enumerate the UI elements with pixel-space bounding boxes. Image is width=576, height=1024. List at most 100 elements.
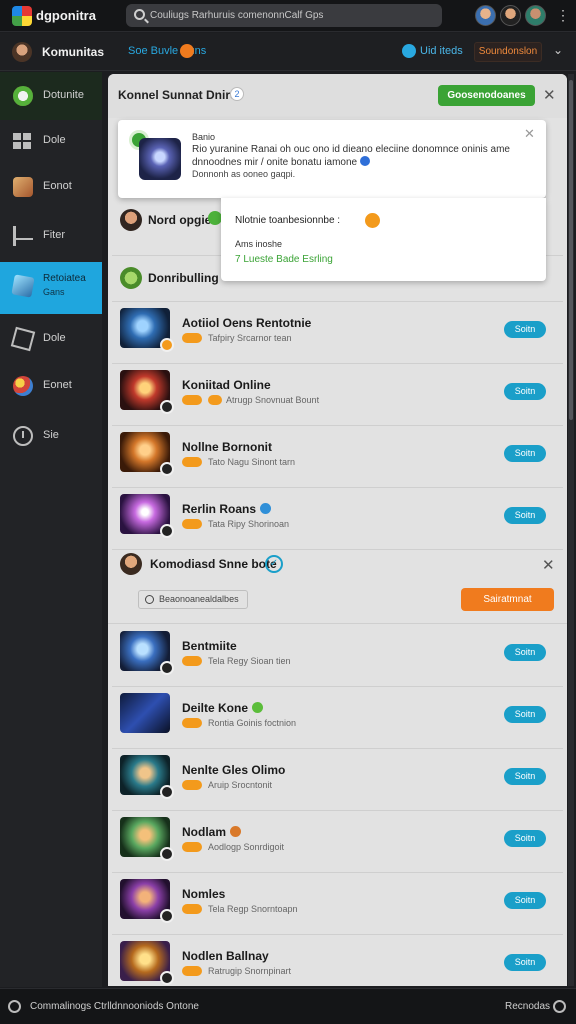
game-row[interactable]: Nenlte Gles Olimo Aruip Srocntonit Soitn [112, 749, 563, 811]
panel-header: Konnel Sunnat Dnire 2 Goosenodoanes ✕ [108, 74, 567, 118]
tooltip-subtext: Ams inoshe [235, 239, 283, 249]
badge-icon [160, 524, 174, 538]
chart-icon [13, 226, 33, 246]
avatar[interactable] [500, 5, 521, 26]
game-row[interactable]: Nodlam Aodlogp Sonrdigoit Soitn [112, 811, 563, 873]
rank-pill [182, 904, 202, 914]
close-icon[interactable]: ✕ [542, 558, 555, 573]
game-title: Nenlte Gles Olimo [182, 763, 286, 777]
search-icon [134, 9, 145, 20]
play-button[interactable]: Soitn [504, 706, 546, 723]
game-meta: Aruip Srocntonit [208, 780, 273, 790]
close-icon[interactable]: ✕ [543, 88, 556, 103]
play-button[interactable]: Soitn [504, 383, 546, 400]
sidebar-item-sublabel: Gans [43, 287, 65, 297]
sidebar-item-fiter[interactable]: Fiter [0, 212, 102, 260]
search-input[interactable] [150, 7, 434, 24]
badge-icon [160, 971, 174, 985]
play-button[interactable]: Soitn [504, 644, 546, 661]
check-icon: ✓ [265, 555, 283, 573]
sidebar-item-label: Dole [43, 332, 66, 344]
primary-green-button[interactable]: Goosenodoanes [438, 85, 535, 106]
game-title: Nodlam [182, 825, 242, 839]
game-row[interactable]: Nollne Bornonit Tato Nagu Sinont tarn So… [112, 426, 563, 488]
game-meta: Aodlogp Sonrdigoit [208, 842, 285, 852]
header-action-button[interactable]: Soundonslon [474, 42, 542, 62]
game-title: Nollne Bornonit [182, 440, 272, 454]
scrollbar-thumb[interactable] [569, 80, 573, 420]
sidebar-item-games[interactable]: Retoiatea Gans [0, 262, 102, 314]
coin-icon [365, 213, 380, 228]
badge-icon [160, 847, 174, 861]
filter-tag[interactable]: Beaonoanealdalbes [138, 590, 248, 609]
play-button[interactable]: Soitn [504, 954, 546, 971]
community-avatar[interactable] [12, 42, 32, 62]
badge-icon [160, 909, 174, 923]
notification-dot-icon [180, 44, 194, 58]
app-logo-icon[interactable] [12, 6, 32, 26]
sidebar-item-online[interactable]: Dotunite [0, 72, 102, 120]
settings-icon[interactable] [8, 1000, 21, 1013]
sidebar-item-label: Sie [43, 429, 59, 441]
sidebar-item-dole-2[interactable]: Dole [0, 315, 102, 363]
game-row[interactable]: Nodlen Ballnay Ratrugip Snornpinart Soit… [112, 935, 563, 986]
play-button[interactable]: Soitn [504, 321, 546, 338]
play-button[interactable]: Soitn [504, 830, 546, 847]
ball-icon [13, 376, 33, 396]
play-button[interactable]: Soitn [504, 445, 546, 462]
badge-icon [160, 661, 174, 675]
game-title-text: Nodlam [182, 825, 227, 839]
search-bar[interactable] [126, 4, 442, 27]
community-section: Komodiasd Snne bote ✓ ✕ Beaonoanealdalbe… [108, 544, 567, 624]
close-icon[interactable]: ✕ [524, 126, 535, 141]
section-avatar[interactable] [120, 553, 142, 575]
sidebar-item-dole[interactable]: Dole [0, 117, 102, 165]
game-row[interactable]: Aotiiol Oens Rentotnie Tafpiry Srcarnor … [112, 302, 563, 364]
game-title: Rerlin Roans [182, 502, 272, 516]
rank-pill [182, 842, 202, 852]
game-title-text: Rerlin Roans [182, 502, 257, 516]
bottom-right-link[interactable]: Recnodas [505, 1001, 550, 1012]
game-row[interactable]: Bentmiite Tela Regy Sioan tien Soitn [112, 625, 563, 687]
play-button[interactable]: Soitn [504, 507, 546, 524]
sidebar-item-eonet[interactable]: Eonet [0, 362, 102, 410]
game-row[interactable]: Rerlin Roans Tata Ripy Shorinoan Soitn [112, 488, 563, 550]
sidebar: Dotunite Dole Eonot Fiter Retoiatea Gans… [0, 72, 102, 987]
sidebar-item-eonot[interactable]: Eonot [0, 163, 102, 211]
notification-popup[interactable]: Banio Rio yuranine Ranai oh ouc ono id d… [118, 120, 546, 198]
bottom-bar: Commalinogs Ctrlldnnooniods Ontone Recno… [0, 988, 576, 1024]
play-button[interactable]: Soitn [504, 768, 546, 785]
tooltip-title: Nlotnie toanbesionnbe : [235, 215, 341, 226]
game-title: Aotiiol Oens Rentotnie [182, 316, 312, 330]
game-meta: Ratrugip Snornpinart [208, 966, 292, 976]
play-button[interactable]: Soitn [504, 892, 546, 909]
game-title: Koniitad Online [182, 378, 271, 392]
game-meta: Atrugp Snovnuat Bount [226, 395, 320, 405]
more-menu-icon[interactable]: ⋮ [556, 8, 570, 23]
game-row[interactable]: Deilte Kone Rontia Goinis foctnion Soitn [112, 687, 563, 749]
section-title: Komodiasd Snne bote [150, 557, 277, 571]
info-icon [402, 44, 416, 58]
badge-icon [160, 785, 174, 799]
settings-icon[interactable] [553, 1000, 566, 1013]
header-link[interactable]: Uid iteds [420, 45, 463, 57]
rank-pill [182, 656, 202, 666]
panel-title: Konnel Sunnat Dnire [118, 88, 237, 102]
tooltip-link[interactable]: 7 Lueste Bade Esrling [235, 254, 333, 265]
rank-pill [182, 780, 202, 790]
sword-icon [11, 274, 35, 298]
game-meta: Rontia Goinis foctnion [208, 718, 297, 728]
orange-action-button[interactable]: Sairatmnat [461, 588, 554, 611]
avatar[interactable] [475, 5, 496, 26]
chevron-down-icon[interactable]: ⌄ [553, 43, 563, 57]
sidebar-item-sie[interactable]: Sie [0, 412, 102, 460]
game-title: Nomles [182, 887, 226, 901]
tooltip-popup[interactable]: Nlotnie toanbesionnbe : Ams inoshe 7 Lue… [221, 198, 546, 281]
community-tag[interactable]: Soe Buvle Suns [128, 45, 206, 57]
brand-name: dgponitra [36, 8, 96, 23]
badge-icon [160, 338, 174, 352]
game-row[interactable]: Nomles Tela Regp Snorntoapn Soitn [112, 873, 563, 935]
game-row[interactable]: Koniitad Online Atrugp Snovnuat Bount So… [112, 364, 563, 426]
avatar[interactable] [525, 5, 546, 26]
sidebar-item-label: Eonot [43, 180, 72, 192]
